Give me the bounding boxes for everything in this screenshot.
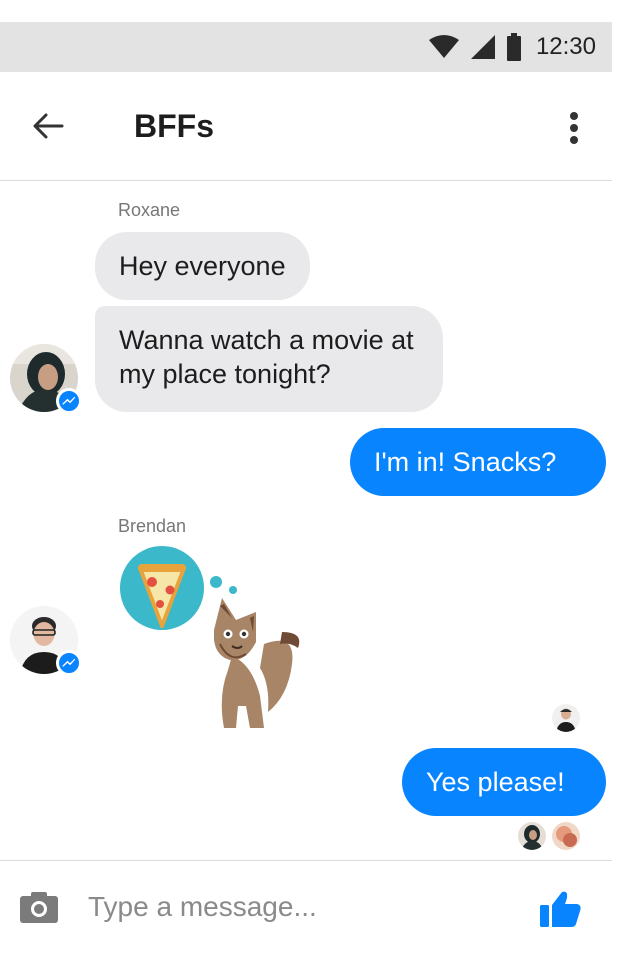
like-button[interactable]	[538, 889, 582, 929]
sender-name-roxane: Roxane	[118, 200, 181, 220]
pizza-fox-sticker-icon	[120, 546, 300, 728]
chat-header: BFFs	[0, 72, 612, 181]
read-receipt-avatar	[552, 822, 580, 850]
status-icons: 12:30	[428, 22, 596, 72]
message-input[interactable]	[88, 883, 508, 931]
message-bubble-incoming[interactable]: Wanna watch a movie at my place tonight?	[95, 306, 443, 412]
person-avatar-icon	[552, 704, 580, 732]
person-avatar-icon	[552, 822, 580, 850]
wifi-icon	[428, 35, 459, 58]
message-bubble-outgoing[interactable]: I'm in! Snacks?	[350, 428, 606, 496]
avatar-brendan[interactable]	[10, 606, 82, 676]
arrow-left-icon	[33, 113, 64, 139]
sticker-pizza-fox[interactable]	[110, 546, 310, 736]
avatar-roxane[interactable]	[10, 344, 82, 414]
read-receipt-avatar	[518, 822, 546, 850]
message-composer	[0, 860, 612, 955]
read-receipt-avatar	[552, 704, 580, 732]
cell-signal-icon	[470, 35, 495, 59]
message-bubble-outgoing[interactable]: Yes please!	[402, 748, 606, 816]
messenger-badge	[56, 650, 82, 676]
status-time: 12:30	[535, 33, 596, 60]
thumbs-up-icon	[540, 891, 581, 927]
back-button[interactable]	[28, 106, 68, 146]
sender-name-brendan: Brendan	[118, 516, 187, 536]
battery-icon	[506, 33, 521, 61]
message-bubble-incoming[interactable]: Hey everyone	[95, 232, 310, 300]
messenger-icon	[62, 396, 76, 405]
camera-button[interactable]	[18, 889, 60, 925]
status-bar: 12:30	[0, 22, 612, 72]
person-avatar-icon	[518, 822, 546, 850]
chat-title: BFFs	[134, 108, 214, 144]
messenger-icon	[62, 658, 76, 667]
messenger-badge	[56, 388, 82, 414]
camera-icon	[20, 892, 58, 923]
more-options-button[interactable]	[564, 108, 584, 148]
more-vertical-icon	[570, 112, 578, 144]
